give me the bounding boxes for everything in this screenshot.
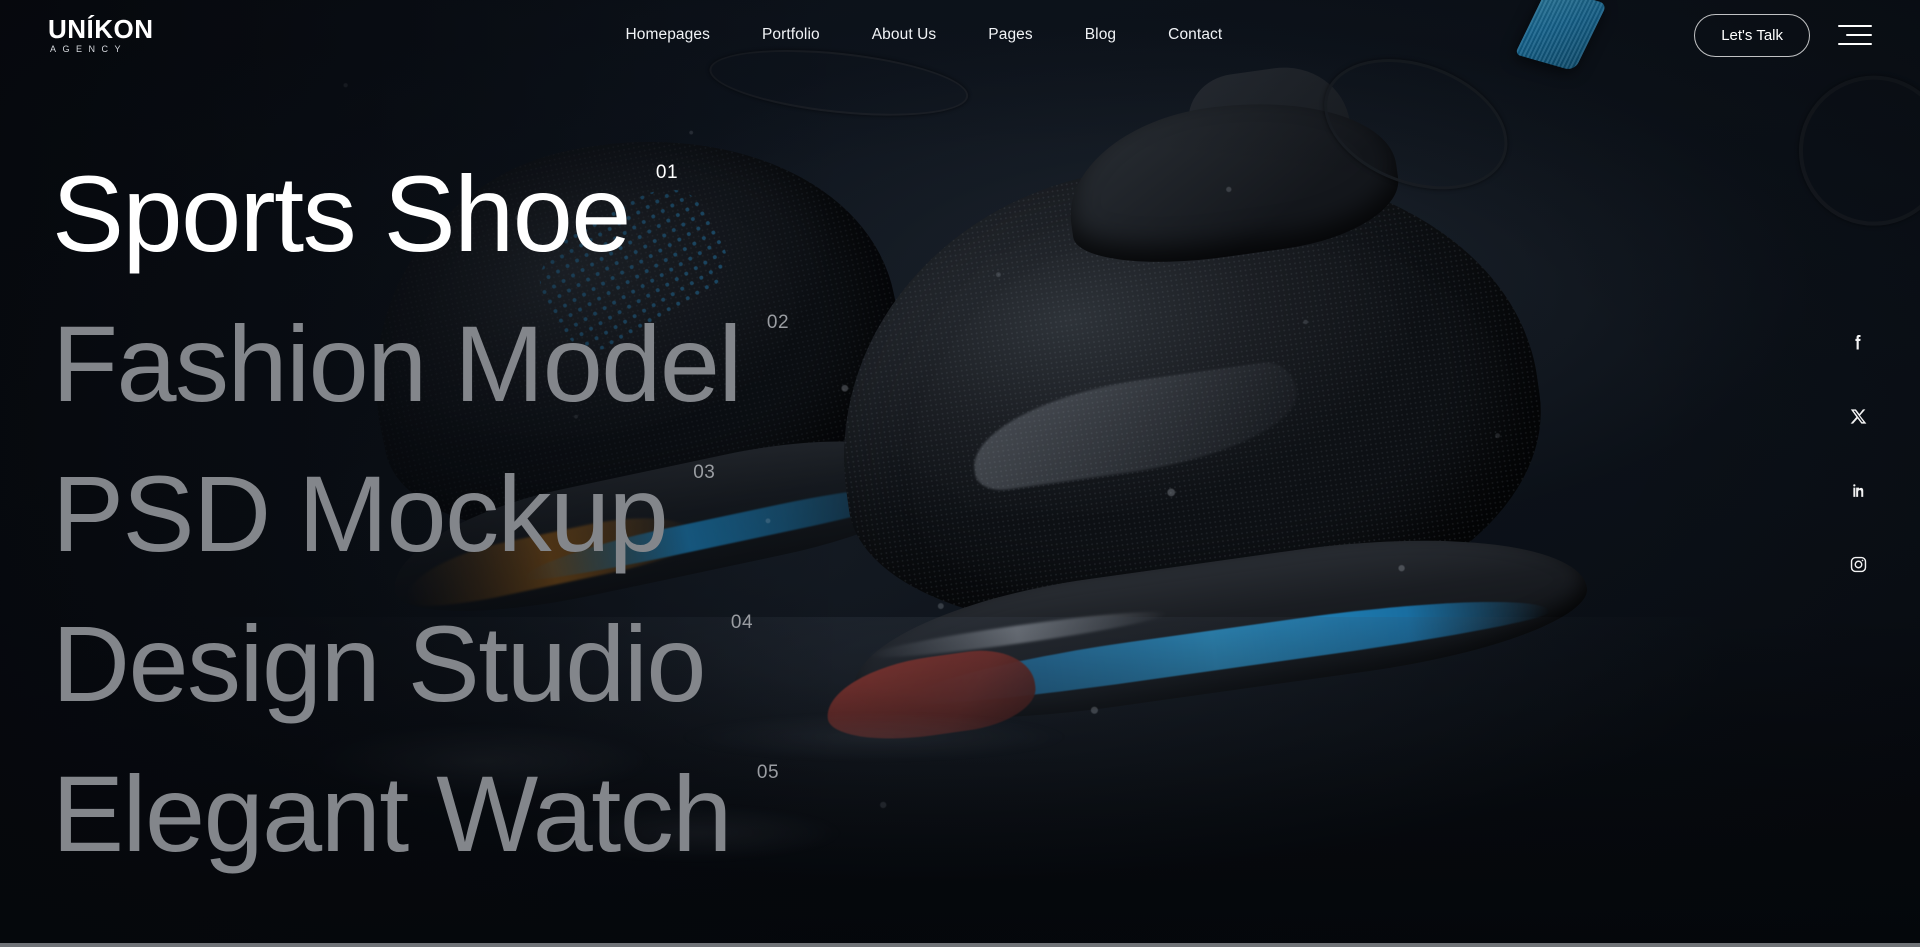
hero-item-fashion-model[interactable]: Fashion Model 02 (52, 300, 789, 450)
nav-item-blog[interactable]: Blog (1085, 26, 1116, 44)
nav-item-pages[interactable]: Pages (988, 26, 1032, 44)
hamburger-line (1838, 43, 1872, 45)
hero-item-number: 03 (693, 462, 716, 483)
hamburger-line (1838, 25, 1872, 27)
hero-item-design-studio[interactable]: Design Studio 04 (52, 600, 789, 750)
hamburger-line (1846, 34, 1872, 36)
x-twitter-icon[interactable] (1846, 404, 1870, 428)
lets-talk-button[interactable]: Let's Talk (1694, 13, 1810, 57)
facebook-icon[interactable] (1846, 330, 1870, 354)
brand-name: UNÍKON (48, 14, 154, 44)
nav-item-homepages[interactable]: Homepages (625, 26, 709, 44)
hero-item-title: Elegant Watch (52, 753, 732, 874)
hamburger-menu-icon[interactable] (1838, 25, 1872, 45)
site-header: UNÍKON AGENCY Homepages Portfolio About … (0, 0, 1920, 70)
nav-item-about-us[interactable]: About Us (872, 26, 937, 44)
hero-item-sports-shoe[interactable]: Sports Shoe 01 (52, 150, 789, 300)
hero-item-title: Fashion Model (52, 303, 742, 424)
instagram-icon[interactable] (1846, 552, 1870, 576)
hero-item-title: Sports Shoe (52, 153, 631, 274)
hero-item-title: Design Studio (52, 603, 706, 724)
nav-item-contact[interactable]: Contact (1168, 26, 1222, 44)
social-links-rail (1846, 330, 1870, 576)
linkedin-icon[interactable] (1846, 478, 1870, 502)
hero-item-number: 01 (655, 162, 679, 183)
main-navigation: Homepages Portfolio About Us Pages Blog … (154, 26, 1695, 44)
hero-item-elegant-watch[interactable]: Elegant Watch 05 (52, 750, 789, 900)
nav-item-portfolio[interactable]: Portfolio (762, 26, 820, 44)
hero-item-psd-mockup[interactable]: PSD Mockup 03 (52, 450, 789, 600)
hero-item-title: PSD Mockup (52, 453, 669, 574)
hero-showcase-list: Sports Shoe 01 Fashion Model 02 PSD Mock… (52, 150, 789, 900)
hero-item-number: 05 (756, 762, 780, 783)
bottom-edge-strip (0, 943, 1920, 947)
hero-item-number: 02 (766, 312, 790, 333)
brand-tagline: AGENCY (50, 44, 128, 54)
brand-logo[interactable]: UNÍKON AGENCY (48, 16, 154, 54)
header-actions: Let's Talk (1694, 13, 1872, 57)
hero-stage: UNÍKON AGENCY Homepages Portfolio About … (0, 0, 1920, 947)
hero-item-number: 04 (730, 612, 754, 633)
